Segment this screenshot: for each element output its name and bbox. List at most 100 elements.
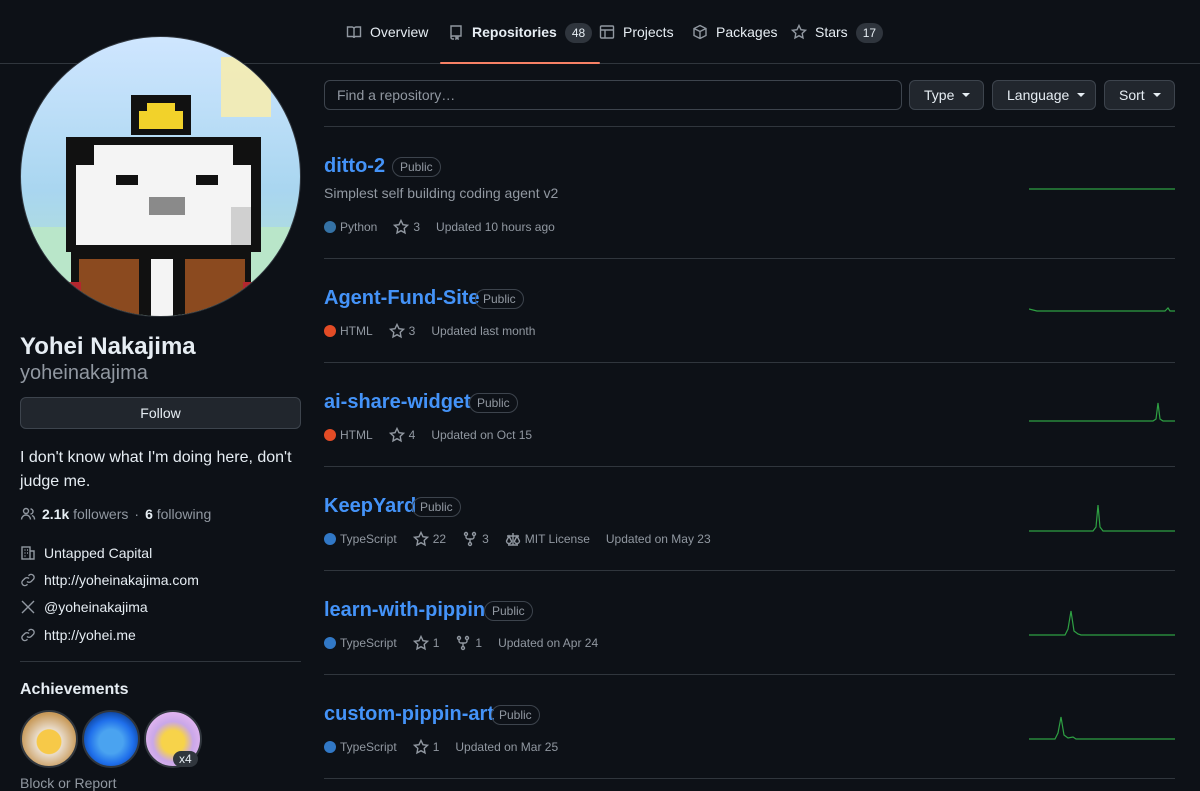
link-icon [21, 573, 35, 587]
profile-login: yoheinakajima [20, 362, 148, 384]
star-icon [393, 219, 410, 235]
block-report-link[interactable]: Block or Report [20, 775, 116, 791]
language-label: TypeScript [340, 532, 397, 546]
company-label: Untapped Capital [44, 545, 153, 561]
repo-stars[interactable]: 1 [412, 739, 440, 755]
profile-company: Untapped Capital [20, 545, 152, 561]
repo-description: Simplest self building coding agent v2 [324, 185, 559, 201]
repo-name-link[interactable]: ai-share-widget [324, 391, 471, 414]
stars-count: 22 [432, 532, 447, 546]
social-link[interactable]: http://yohei.me [44, 627, 136, 643]
repo-stats: HTML 3 Updated last month [324, 323, 551, 339]
achievement-badge-starstruck[interactable] [20, 710, 78, 768]
repo-forks[interactable]: 3 [462, 531, 489, 547]
repo-name-link[interactable]: KeepYard [324, 495, 416, 518]
repo-forks[interactable]: 1 [455, 635, 482, 651]
profile-website[interactable]: http://yoheinakajima.com [20, 572, 199, 588]
repo-name-link[interactable]: learn-with-pippin [324, 599, 485, 622]
repo-updated: Updated 10 hours ago [436, 220, 555, 234]
repo-name-link[interactable]: custom-pippin-art [324, 703, 494, 726]
activity-sparkline [1029, 504, 1175, 532]
tab-label: Packages [716, 24, 778, 40]
repo-name-link[interactable]: ditto-2 [324, 155, 385, 178]
followers-link[interactable]: 2.1k followers [42, 506, 128, 522]
repo-search-input[interactable] [324, 80, 902, 110]
repo-list: ditto-2 Public Simplest self building co… [324, 126, 1175, 779]
type-filter-button[interactable]: Type [909, 80, 984, 110]
repo-stats: TypeScript 1 1 Updated on Apr 24 [324, 635, 614, 651]
language-color-dot [324, 221, 336, 233]
followers-label: followers [73, 506, 129, 522]
repo-stars[interactable]: 1 [412, 635, 439, 651]
repo-name-link[interactable]: Agent-Fund-Site [324, 287, 480, 310]
following-link[interactable]: 6 following [145, 506, 211, 522]
repo-stars[interactable]: 3 [388, 323, 416, 339]
language-label: TypeScript [340, 740, 397, 754]
caret-down-icon [1152, 93, 1161, 97]
stars-count: 3 [408, 324, 416, 338]
visibility-badge: Public [412, 497, 461, 517]
repo-count-badge: 48 [564, 23, 593, 43]
list-item: ditto-2 Public Simplest self building co… [324, 127, 1175, 259]
repo-stars[interactable]: 4 [388, 427, 416, 443]
achievement-multiplier: x4 [173, 751, 198, 767]
activity-sparkline [1029, 610, 1175, 636]
sort-label: Sort [1119, 87, 1145, 103]
profile-twitter[interactable]: @yoheinakajima [20, 599, 148, 615]
repo-language: TypeScript [324, 740, 397, 754]
repo-license: MIT License [505, 531, 590, 547]
twitter-link[interactable]: @yoheinakajima [44, 599, 148, 615]
package-icon [693, 24, 707, 40]
repo-language: TypeScript [324, 532, 397, 546]
language-label: HTML [340, 428, 373, 442]
star-icon [412, 635, 429, 651]
sidebar-divider [20, 661, 301, 662]
stars-count: 4 [408, 428, 416, 442]
activity-sparkline [1029, 402, 1175, 422]
repo-updated: Updated on Oct 15 [431, 428, 533, 442]
pixel-bear-king-avatar [21, 57, 300, 316]
tab-stars[interactable]: Stars 17 [783, 22, 891, 62]
profile-bio: I don't know what I'm doing here, don't … [20, 449, 292, 490]
law-icon [505, 533, 520, 546]
avatar[interactable] [20, 36, 301, 317]
stars-count: 1 [432, 740, 440, 754]
star-icon [388, 323, 405, 339]
repo-stars[interactable]: 3 [393, 219, 420, 235]
follow-button[interactable]: Follow [20, 397, 301, 429]
link-icon [21, 628, 35, 642]
tab-projects[interactable]: Projects [591, 22, 682, 62]
website-link[interactable]: http://yoheinakajima.com [44, 572, 199, 588]
visibility-badge: Public [392, 157, 441, 177]
achievement-badge-quickdraw[interactable] [82, 710, 140, 768]
repo-language: TypeScript [324, 636, 397, 650]
organization-icon [21, 546, 35, 560]
language-color-dot [324, 741, 336, 753]
repo-stars[interactable]: 22 [412, 531, 447, 547]
activity-sparkline [1029, 716, 1175, 740]
repo-stats: TypeScript 22 3 MIT License Updated on M… [324, 531, 727, 547]
star-icon [412, 531, 429, 547]
achievements-heading[interactable]: Achievements [20, 681, 129, 699]
follow-stats: 2.1k followers · 6 following [20, 506, 211, 522]
repo-language: Python [324, 220, 377, 234]
sort-filter-button[interactable]: Sort [1104, 80, 1175, 110]
tab-overview[interactable]: Overview [338, 22, 436, 62]
caret-down-icon [962, 93, 971, 97]
star-icon [388, 427, 405, 443]
tab-label: Projects [623, 24, 674, 40]
repo-updated: Updated on Apr 24 [498, 636, 599, 650]
book-icon [346, 26, 362, 39]
profile-social-link[interactable]: http://yohei.me [20, 627, 136, 643]
activity-sparkline [1029, 188, 1175, 190]
profile-sidebar [20, 36, 301, 317]
tab-label: Overview [370, 24, 429, 40]
tab-repositories[interactable]: Repositories 48 [440, 22, 601, 64]
tab-packages[interactable]: Packages [684, 22, 785, 62]
type-label: Type [924, 87, 955, 103]
forks-count: 1 [475, 636, 483, 650]
language-filter-button[interactable]: Language [992, 80, 1096, 110]
repo-language: HTML [324, 324, 373, 338]
profile-name: Yohei Nakajima [20, 333, 196, 360]
repo-updated: Updated on May 23 [605, 532, 711, 546]
